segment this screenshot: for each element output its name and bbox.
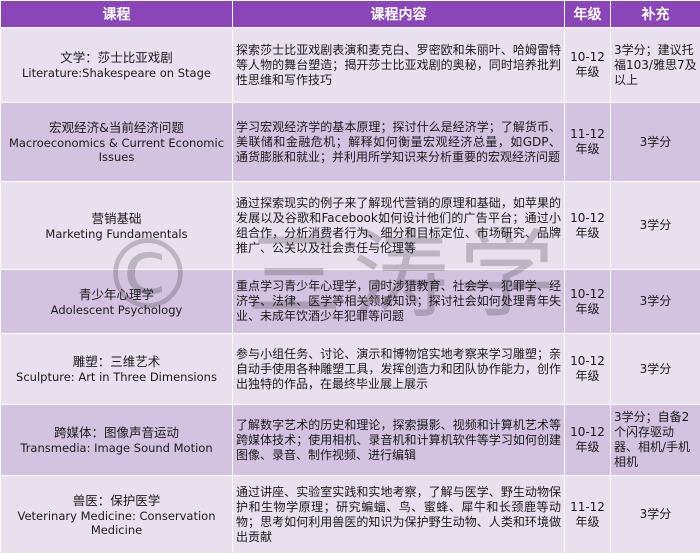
course-name-en: Macroeconomics & Current Economic Issues <box>4 136 229 164</box>
course-name-cell: 兽医：保护医学 Veterinary Medicine: Conservatio… <box>1 476 233 554</box>
table-row: 营销基础 Marketing Fundamentals 通过探索现实的例子来了解… <box>1 182 700 270</box>
course-note: 3学分 <box>611 270 700 334</box>
course-name-cell: 雕塑：三维艺术 Sculpture: Art in Three Dimensio… <box>1 334 233 405</box>
course-name-zh: 宏观经济&当前经济问题 <box>4 120 229 136</box>
course-name-zh: 文学：莎士比亚戏剧 <box>4 50 229 66</box>
course-name-en: Veterinary Medicine: Conservation Medici… <box>4 509 229 537</box>
course-grade: 10-12年级 <box>565 28 611 103</box>
course-note: 3学分 <box>611 103 700 182</box>
course-description: 学习宏观经济学的基本原理；探讨什么是经济学；了解货币、美联储和金融危机；解释如何… <box>233 103 565 182</box>
course-note: 3学分；建议托福103/雅思7及以上 <box>611 28 700 103</box>
course-name-en: Sculpture: Art in Three Dimensions <box>4 370 229 384</box>
course-name-en: Transmedia: Image Sound Motion <box>4 441 229 455</box>
course-name-cell: 青少年心理学 Adolescent Psychology <box>1 270 233 334</box>
course-description: 参与小组任务、讨论、演示和博物馆实地考察来学习雕塑；亲自动手使用各种雕塑工具，发… <box>233 334 565 405</box>
course-description: 了解数字艺术的历史和理论，探索摄影、视频和计算机艺术等跨媒体技术；使用相机、录音… <box>233 405 565 476</box>
course-name-cell: 文学：莎士比亚戏剧 Literature:Shakespeare on Stag… <box>1 28 233 103</box>
course-table: 课程 课程内容 年级 补充 文学：莎士比亚戏剧 Literature:Shake… <box>0 0 700 554</box>
course-name-en: Marketing Fundamentals <box>4 227 229 241</box>
course-grade: 10-12年级 <box>565 405 611 476</box>
course-name-en: Literature:Shakespeare on Stage <box>4 66 229 80</box>
header-course: 课程 <box>1 1 233 28</box>
header-grade: 年级 <box>565 1 611 28</box>
table-row: 文学：莎士比亚戏剧 Literature:Shakespeare on Stag… <box>1 28 700 103</box>
table-row: 跨媒体：图像声音运动 Transmedia: Image Sound Motio… <box>1 405 700 476</box>
table-row: 兽医：保护医学 Veterinary Medicine: Conservatio… <box>1 476 700 554</box>
course-grade: 10-12年级 <box>565 182 611 270</box>
course-name-zh: 营销基础 <box>4 211 229 227</box>
course-name-en: Adolescent Psychology <box>4 303 229 317</box>
table-row: 雕塑：三维艺术 Sculpture: Art in Three Dimensio… <box>1 334 700 405</box>
header-content: 课程内容 <box>233 1 565 28</box>
table-header-row: 课程 课程内容 年级 补充 <box>1 1 700 28</box>
course-grade: 10-12年级 <box>565 334 611 405</box>
course-name-cell: 跨媒体：图像声音运动 Transmedia: Image Sound Motio… <box>1 405 233 476</box>
course-name-zh: 青少年心理学 <box>4 287 229 303</box>
course-name-zh: 跨媒体：图像声音运动 <box>4 425 229 441</box>
course-grade: 11-12年级 <box>565 103 611 182</box>
table-row: 青少年心理学 Adolescent Psychology 重点学习青少年心理学，… <box>1 270 700 334</box>
table-row: 宏观经济&当前经济问题 Macroeconomics & Current Eco… <box>1 103 700 182</box>
course-name-cell: 宏观经济&当前经济问题 Macroeconomics & Current Eco… <box>1 103 233 182</box>
course-description: 通过探索现实的例子来了解现代营销的原理和基础，如苹果的发展以及谷歌和Facebo… <box>233 182 565 270</box>
course-name-zh: 兽医：保护医学 <box>4 493 229 509</box>
course-grade: 11-12年级 <box>565 476 611 554</box>
course-name-zh: 雕塑：三维艺术 <box>4 354 229 370</box>
course-note: 3学分 <box>611 334 700 405</box>
course-description: 探索莎士比亚戏剧表演和麦克白、罗密欧和朱丽叶、哈姆雷特等人物的舞台塑造；揭开莎士… <box>233 28 565 103</box>
course-description: 重点学习青少年心理学，同时涉猎教育、社会学、犯罪学、经济学、法律、医学等相关领域… <box>233 270 565 334</box>
course-note: 3学分；自备2个闪存驱动器、相机/手机相机 <box>611 405 700 476</box>
course-note: 3学分 <box>611 182 700 270</box>
course-grade: 10-12年级 <box>565 270 611 334</box>
course-note: 3学分 <box>611 476 700 554</box>
course-description: 通过讲座、实验室实践和实地考察，了解与医学、野生动物保护和生物学原理；研究蝙蝠、… <box>233 476 565 554</box>
course-name-cell: 营销基础 Marketing Fundamentals <box>1 182 233 270</box>
header-note: 补充 <box>611 1 700 28</box>
